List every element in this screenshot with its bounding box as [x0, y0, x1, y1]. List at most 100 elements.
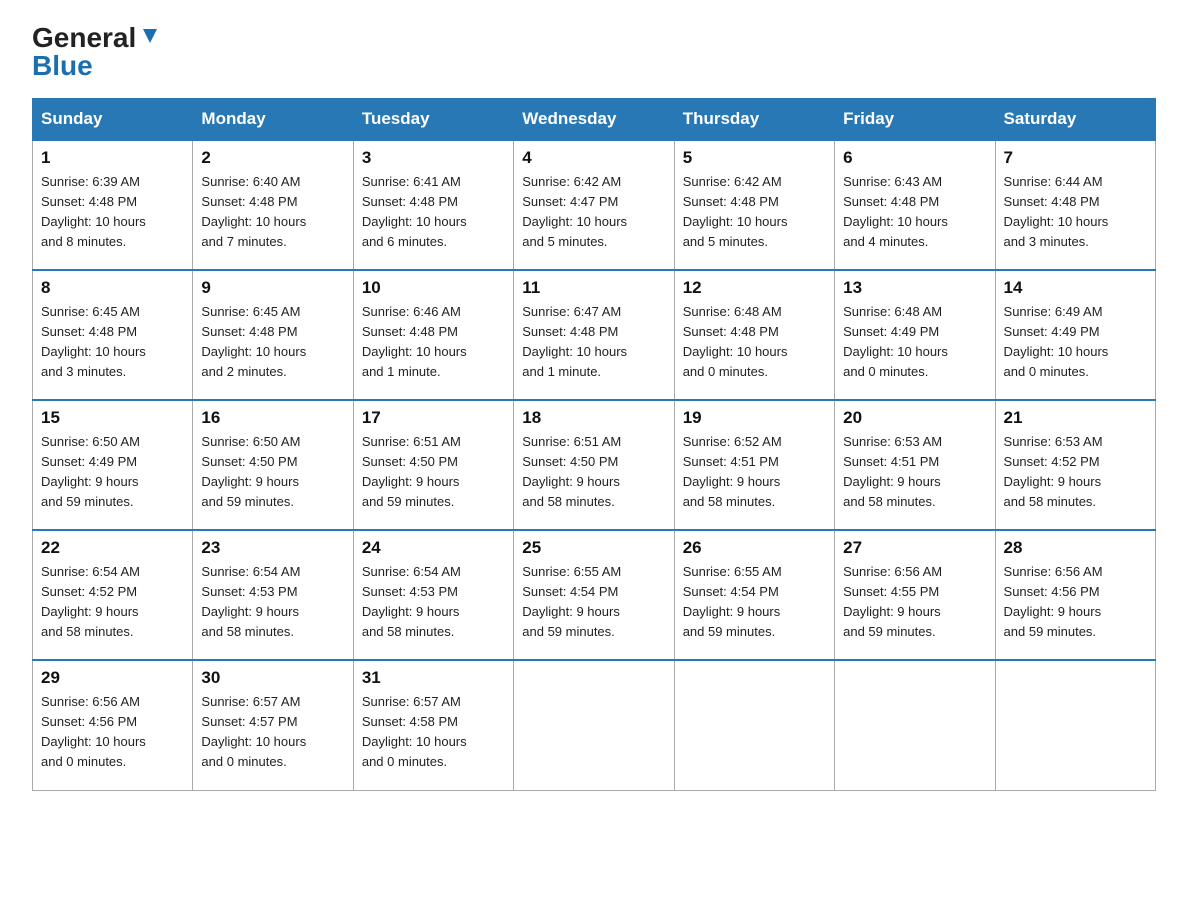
day-number: 15: [41, 408, 184, 428]
day-info: Sunrise: 6:45 AM Sunset: 4:48 PM Dayligh…: [201, 302, 344, 383]
calendar-day-cell: 1 Sunrise: 6:39 AM Sunset: 4:48 PM Dayli…: [33, 140, 193, 270]
day-info: Sunrise: 6:42 AM Sunset: 4:47 PM Dayligh…: [522, 172, 665, 253]
day-number: 4: [522, 148, 665, 168]
day-info: Sunrise: 6:48 AM Sunset: 4:48 PM Dayligh…: [683, 302, 826, 383]
calendar-day-cell: 2 Sunrise: 6:40 AM Sunset: 4:48 PM Dayli…: [193, 140, 353, 270]
day-number: 31: [362, 668, 505, 688]
day-info: Sunrise: 6:47 AM Sunset: 4:48 PM Dayligh…: [522, 302, 665, 383]
day-number: 22: [41, 538, 184, 558]
day-number: 25: [522, 538, 665, 558]
day-number: 7: [1004, 148, 1147, 168]
calendar-day-cell: 13 Sunrise: 6:48 AM Sunset: 4:49 PM Dayl…: [835, 270, 995, 400]
day-info: Sunrise: 6:40 AM Sunset: 4:48 PM Dayligh…: [201, 172, 344, 253]
calendar-day-cell: 25 Sunrise: 6:55 AM Sunset: 4:54 PM Dayl…: [514, 530, 674, 660]
logo: General Blue: [32, 24, 161, 80]
calendar-header-row: SundayMondayTuesdayWednesdayThursdayFrid…: [33, 99, 1156, 141]
day-number: 6: [843, 148, 986, 168]
calendar-day-cell: 30 Sunrise: 6:57 AM Sunset: 4:57 PM Dayl…: [193, 660, 353, 790]
col-header-monday: Monday: [193, 99, 353, 141]
day-info: Sunrise: 6:51 AM Sunset: 4:50 PM Dayligh…: [522, 432, 665, 513]
day-number: 11: [522, 278, 665, 298]
day-number: 16: [201, 408, 344, 428]
col-header-sunday: Sunday: [33, 99, 193, 141]
calendar-week-row: 8 Sunrise: 6:45 AM Sunset: 4:48 PM Dayli…: [33, 270, 1156, 400]
calendar-week-row: 22 Sunrise: 6:54 AM Sunset: 4:52 PM Dayl…: [33, 530, 1156, 660]
calendar-empty-cell: [835, 660, 995, 790]
calendar-day-cell: 15 Sunrise: 6:50 AM Sunset: 4:49 PM Dayl…: [33, 400, 193, 530]
page-header: General Blue: [32, 24, 1156, 80]
day-info: Sunrise: 6:56 AM Sunset: 4:56 PM Dayligh…: [41, 692, 184, 773]
calendar-day-cell: 7 Sunrise: 6:44 AM Sunset: 4:48 PM Dayli…: [995, 140, 1155, 270]
day-info: Sunrise: 6:53 AM Sunset: 4:52 PM Dayligh…: [1004, 432, 1147, 513]
day-info: Sunrise: 6:51 AM Sunset: 4:50 PM Dayligh…: [362, 432, 505, 513]
col-header-thursday: Thursday: [674, 99, 834, 141]
day-number: 2: [201, 148, 344, 168]
day-info: Sunrise: 6:54 AM Sunset: 4:53 PM Dayligh…: [362, 562, 505, 643]
calendar-day-cell: 24 Sunrise: 6:54 AM Sunset: 4:53 PM Dayl…: [353, 530, 513, 660]
calendar-week-row: 29 Sunrise: 6:56 AM Sunset: 4:56 PM Dayl…: [33, 660, 1156, 790]
day-number: 29: [41, 668, 184, 688]
day-number: 24: [362, 538, 505, 558]
day-info: Sunrise: 6:56 AM Sunset: 4:56 PM Dayligh…: [1004, 562, 1147, 643]
day-number: 18: [522, 408, 665, 428]
day-number: 30: [201, 668, 344, 688]
day-number: 14: [1004, 278, 1147, 298]
calendar-empty-cell: [514, 660, 674, 790]
day-info: Sunrise: 6:41 AM Sunset: 4:48 PM Dayligh…: [362, 172, 505, 253]
day-info: Sunrise: 6:43 AM Sunset: 4:48 PM Dayligh…: [843, 172, 986, 253]
logo-blue-text: Blue: [32, 50, 93, 81]
calendar-day-cell: 23 Sunrise: 6:54 AM Sunset: 4:53 PM Dayl…: [193, 530, 353, 660]
day-info: Sunrise: 6:48 AM Sunset: 4:49 PM Dayligh…: [843, 302, 986, 383]
calendar-day-cell: 21 Sunrise: 6:53 AM Sunset: 4:52 PM Dayl…: [995, 400, 1155, 530]
day-info: Sunrise: 6:57 AM Sunset: 4:58 PM Dayligh…: [362, 692, 505, 773]
calendar-day-cell: 11 Sunrise: 6:47 AM Sunset: 4:48 PM Dayl…: [514, 270, 674, 400]
day-number: 3: [362, 148, 505, 168]
day-info: Sunrise: 6:46 AM Sunset: 4:48 PM Dayligh…: [362, 302, 505, 383]
col-header-tuesday: Tuesday: [353, 99, 513, 141]
day-info: Sunrise: 6:49 AM Sunset: 4:49 PM Dayligh…: [1004, 302, 1147, 383]
day-number: 17: [362, 408, 505, 428]
calendar-day-cell: 26 Sunrise: 6:55 AM Sunset: 4:54 PM Dayl…: [674, 530, 834, 660]
calendar-day-cell: 10 Sunrise: 6:46 AM Sunset: 4:48 PM Dayl…: [353, 270, 513, 400]
calendar-day-cell: 6 Sunrise: 6:43 AM Sunset: 4:48 PM Dayli…: [835, 140, 995, 270]
day-info: Sunrise: 6:45 AM Sunset: 4:48 PM Dayligh…: [41, 302, 184, 383]
day-number: 12: [683, 278, 826, 298]
col-header-wednesday: Wednesday: [514, 99, 674, 141]
calendar-day-cell: 20 Sunrise: 6:53 AM Sunset: 4:51 PM Dayl…: [835, 400, 995, 530]
day-info: Sunrise: 6:55 AM Sunset: 4:54 PM Dayligh…: [522, 562, 665, 643]
day-info: Sunrise: 6:54 AM Sunset: 4:52 PM Dayligh…: [41, 562, 184, 643]
day-info: Sunrise: 6:50 AM Sunset: 4:49 PM Dayligh…: [41, 432, 184, 513]
calendar-day-cell: 16 Sunrise: 6:50 AM Sunset: 4:50 PM Dayl…: [193, 400, 353, 530]
day-info: Sunrise: 6:44 AM Sunset: 4:48 PM Dayligh…: [1004, 172, 1147, 253]
calendar-day-cell: 19 Sunrise: 6:52 AM Sunset: 4:51 PM Dayl…: [674, 400, 834, 530]
day-number: 5: [683, 148, 826, 168]
day-number: 27: [843, 538, 986, 558]
day-info: Sunrise: 6:56 AM Sunset: 4:55 PM Dayligh…: [843, 562, 986, 643]
calendar-day-cell: 29 Sunrise: 6:56 AM Sunset: 4:56 PM Dayl…: [33, 660, 193, 790]
calendar-day-cell: 27 Sunrise: 6:56 AM Sunset: 4:55 PM Dayl…: [835, 530, 995, 660]
day-number: 23: [201, 538, 344, 558]
calendar-day-cell: 12 Sunrise: 6:48 AM Sunset: 4:48 PM Dayl…: [674, 270, 834, 400]
col-header-friday: Friday: [835, 99, 995, 141]
day-info: Sunrise: 6:42 AM Sunset: 4:48 PM Dayligh…: [683, 172, 826, 253]
calendar-day-cell: 31 Sunrise: 6:57 AM Sunset: 4:58 PM Dayl…: [353, 660, 513, 790]
calendar-day-cell: 4 Sunrise: 6:42 AM Sunset: 4:47 PM Dayli…: [514, 140, 674, 270]
calendar-day-cell: 18 Sunrise: 6:51 AM Sunset: 4:50 PM Dayl…: [514, 400, 674, 530]
calendar-empty-cell: [995, 660, 1155, 790]
calendar-day-cell: 17 Sunrise: 6:51 AM Sunset: 4:50 PM Dayl…: [353, 400, 513, 530]
calendar-day-cell: 22 Sunrise: 6:54 AM Sunset: 4:52 PM Dayl…: [33, 530, 193, 660]
day-number: 28: [1004, 538, 1147, 558]
calendar-day-cell: 8 Sunrise: 6:45 AM Sunset: 4:48 PM Dayli…: [33, 270, 193, 400]
day-info: Sunrise: 6:55 AM Sunset: 4:54 PM Dayligh…: [683, 562, 826, 643]
calendar-week-row: 15 Sunrise: 6:50 AM Sunset: 4:49 PM Dayl…: [33, 400, 1156, 530]
day-number: 20: [843, 408, 986, 428]
day-number: 1: [41, 148, 184, 168]
calendar-day-cell: 14 Sunrise: 6:49 AM Sunset: 4:49 PM Dayl…: [995, 270, 1155, 400]
day-number: 13: [843, 278, 986, 298]
col-header-saturday: Saturday: [995, 99, 1155, 141]
day-info: Sunrise: 6:54 AM Sunset: 4:53 PM Dayligh…: [201, 562, 344, 643]
day-number: 21: [1004, 408, 1147, 428]
day-info: Sunrise: 6:39 AM Sunset: 4:48 PM Dayligh…: [41, 172, 184, 253]
day-number: 26: [683, 538, 826, 558]
day-number: 9: [201, 278, 344, 298]
